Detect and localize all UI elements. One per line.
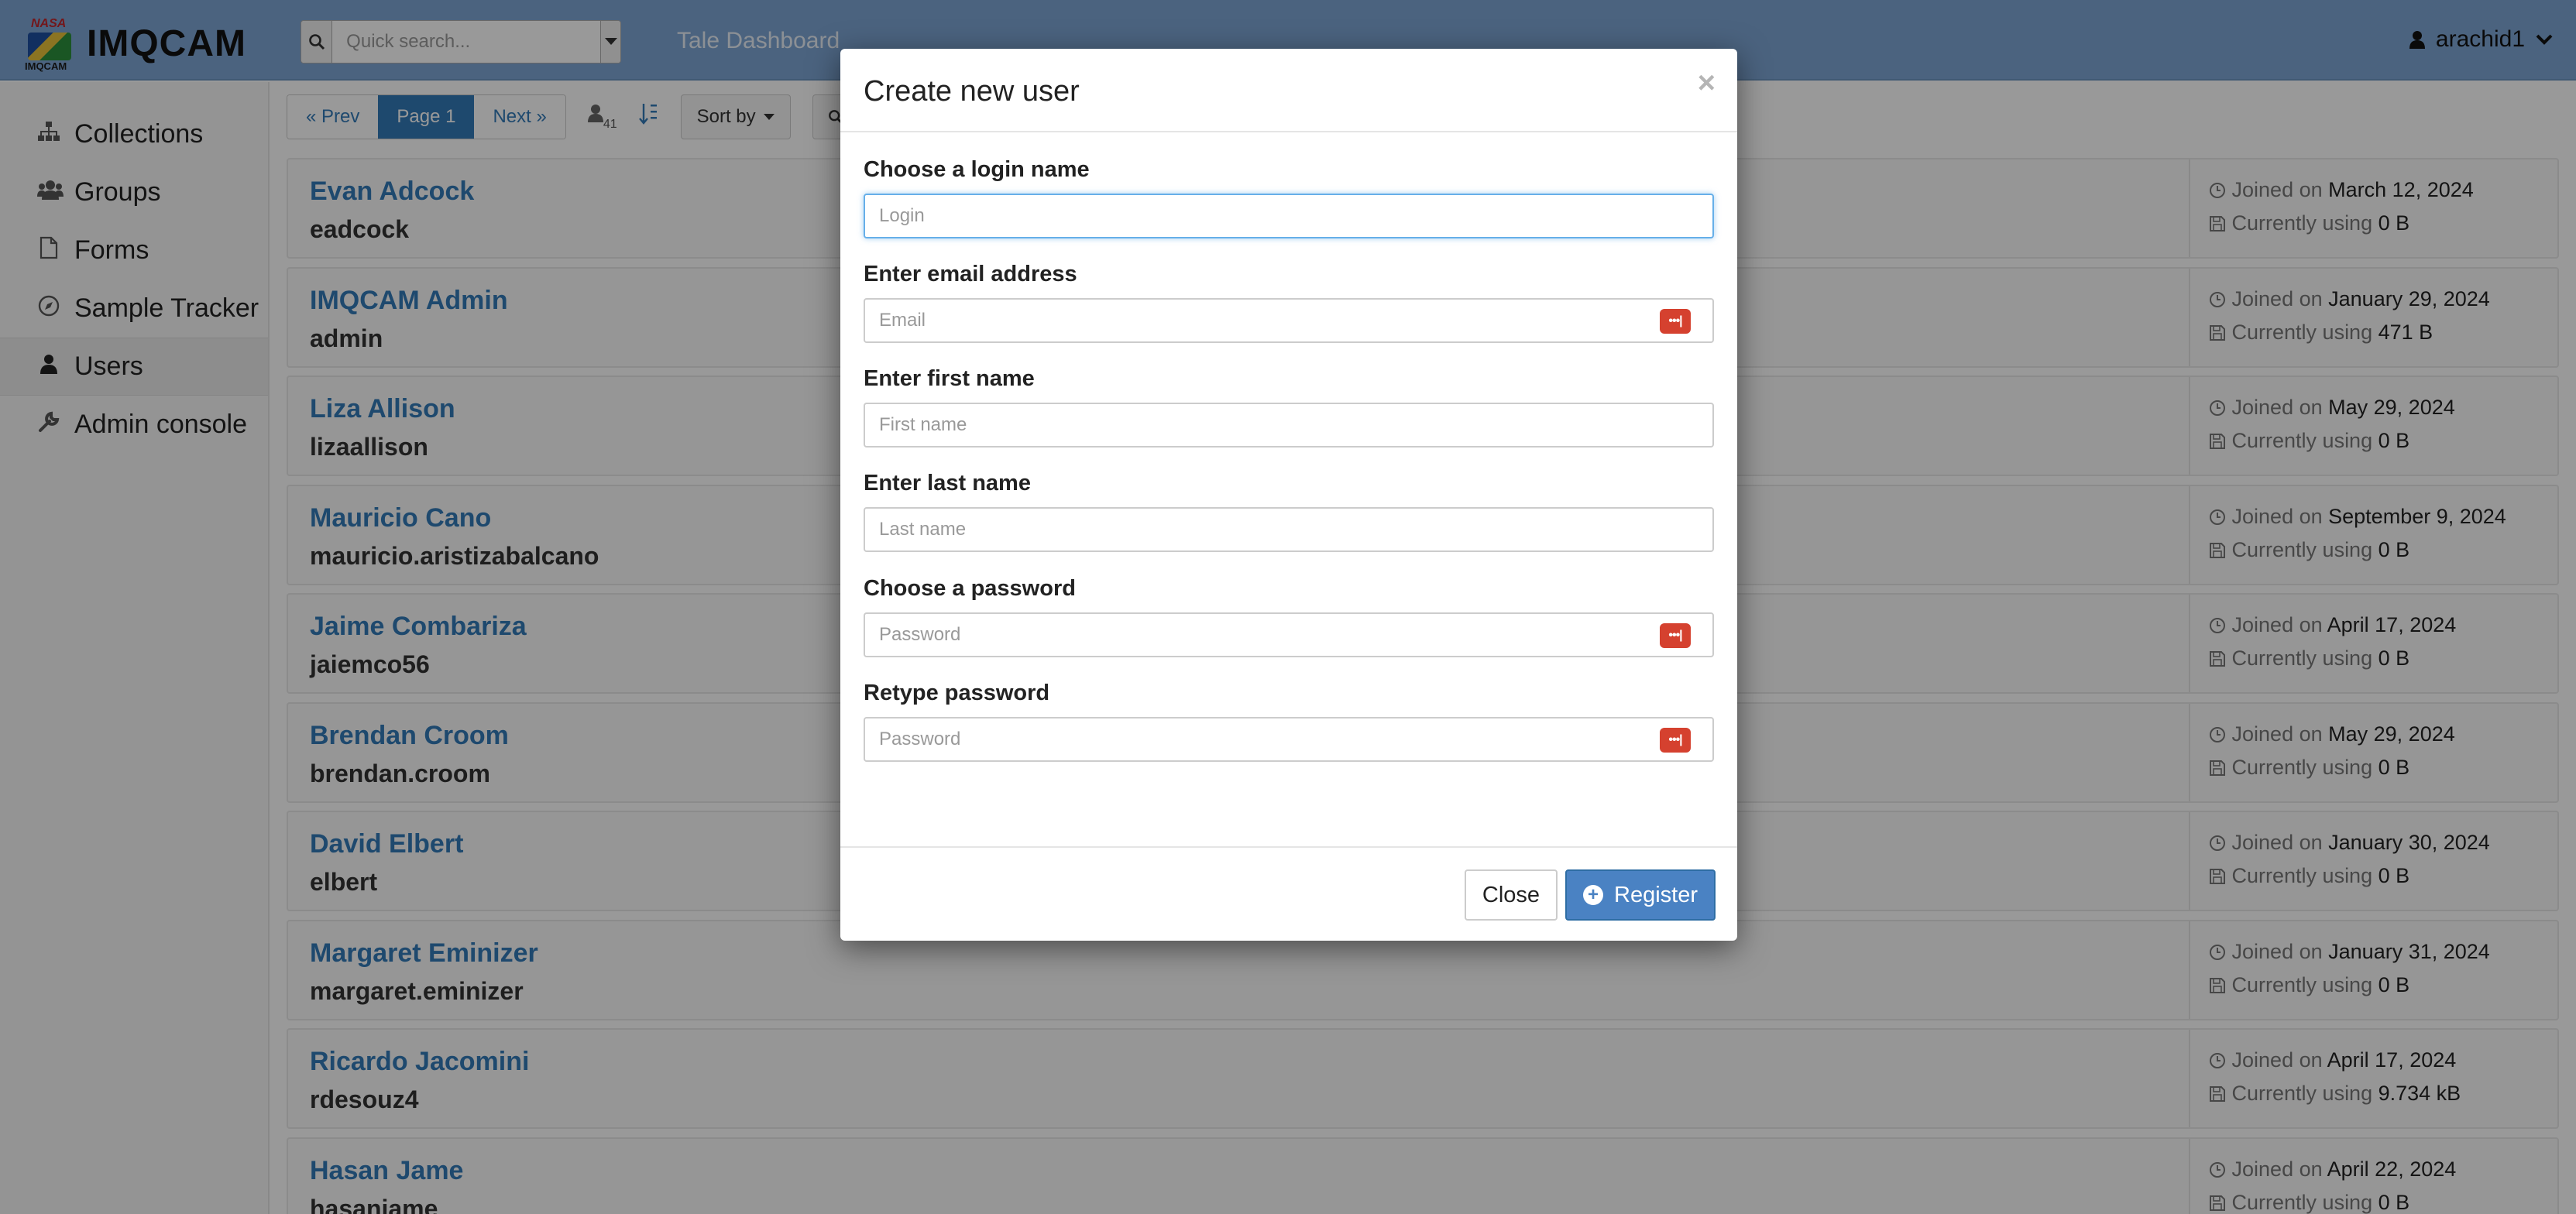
password-field-group: Choose a password •••| bbox=[864, 576, 1714, 657]
email-input[interactable] bbox=[879, 310, 1630, 331]
first-name-field-group: Enter first name bbox=[864, 366, 1714, 448]
password-manager-icon[interactable]: •••| bbox=[1660, 309, 1691, 334]
close-icon[interactable]: × bbox=[1698, 66, 1716, 101]
login-input[interactable] bbox=[879, 205, 1630, 227]
retype-password-input[interactable] bbox=[879, 729, 1630, 750]
email-field-group: Enter email address •••| bbox=[864, 262, 1714, 343]
create-user-dialog: Create new user × Choose a login name En… bbox=[840, 49, 1737, 941]
retype-password-field: •••| bbox=[864, 717, 1714, 762]
last-name-field bbox=[864, 507, 1714, 552]
password-label: Choose a password bbox=[864, 576, 1076, 601]
dialog-header: Create new user × bbox=[840, 49, 1737, 132]
password-manager-icon[interactable]: •••| bbox=[1660, 623, 1691, 648]
dialog-footer: Close + Register bbox=[840, 846, 1737, 941]
retype-password-label: Retype password bbox=[864, 681, 1050, 705]
last-name-field-group: Enter last name bbox=[864, 471, 1714, 552]
login-label: Choose a login name bbox=[864, 157, 1090, 182]
register-label: Register bbox=[1614, 882, 1698, 907]
login-field-group: Choose a login name bbox=[864, 157, 1714, 238]
password-manager-icon[interactable]: •••| bbox=[1660, 728, 1691, 753]
email-label: Enter email address bbox=[864, 262, 1077, 286]
first-name-label: Enter first name bbox=[864, 366, 1035, 391]
dialog-title: Create new user bbox=[864, 75, 1080, 108]
email-field: •••| bbox=[864, 298, 1714, 343]
plus-circle-icon: + bbox=[1583, 885, 1603, 905]
last-name-input[interactable] bbox=[879, 519, 1630, 540]
first-name-input[interactable] bbox=[879, 414, 1630, 436]
password-field: •••| bbox=[864, 612, 1714, 657]
last-name-label: Enter last name bbox=[864, 471, 1031, 496]
password-input[interactable] bbox=[879, 624, 1630, 646]
register-button[interactable]: + Register bbox=[1565, 869, 1716, 921]
first-name-field bbox=[864, 403, 1714, 448]
close-button[interactable]: Close bbox=[1465, 869, 1558, 921]
retype-password-field-group: Retype password •••| bbox=[864, 681, 1714, 762]
login-field bbox=[864, 194, 1714, 238]
